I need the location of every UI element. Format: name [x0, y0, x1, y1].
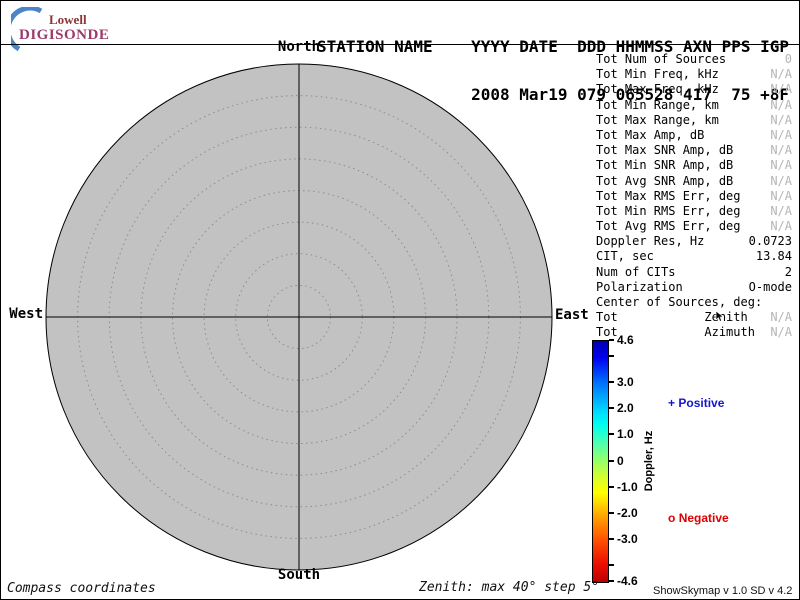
stats-row: Tot Max Amp, dB N/A	[596, 128, 792, 143]
stats-value: 13.84	[756, 249, 792, 264]
stats-label: Tot Max SNR Amp, dB	[596, 143, 733, 158]
colorbar-tick	[609, 339, 614, 341]
footer-coordinate-system: Compass coordinates	[7, 581, 156, 596]
stats-value: N/A	[770, 204, 792, 219]
stats-value: N/A	[770, 325, 792, 340]
colorbar-tick	[609, 381, 614, 383]
circle-marker-icon: o	[668, 511, 675, 525]
stats-row: Tot Avg RMS Err, deg N/A	[596, 219, 792, 234]
stats-label: Tot Max Freq, kHz	[596, 82, 719, 97]
footer-zenith-range: Zenith: max 40° step 5°	[419, 580, 599, 595]
stats-table: Tot Num of Sources0Tot Min Freq, kHzN/AT…	[596, 52, 792, 341]
colorbar-tick-label: 0	[617, 454, 624, 468]
stats-row: Tot Max SNR Amp, dB N/A	[596, 143, 792, 158]
compass-label-south: South	[259, 567, 339, 583]
colorbar-tick	[609, 355, 614, 357]
stats-value: N/A	[770, 82, 792, 97]
stats-value: N/A	[770, 219, 792, 234]
stats-row: Doppler Res, Hz 0.0723	[596, 234, 792, 249]
colorbar-tick	[609, 538, 614, 540]
stats-value: N/A	[770, 158, 792, 173]
legend-negative-label: Negative	[679, 511, 729, 525]
stats-label: Tot Min Freq, kHz	[596, 67, 719, 82]
doppler-colorbar	[592, 340, 609, 583]
colorbar-tick-label: 2.0	[617, 401, 634, 415]
stats-label: Center of Sources, deg:	[596, 295, 762, 310]
colorbar-tick-label: 1.0	[617, 427, 634, 441]
stats-label: Tot Avg SNR Amp, dB	[596, 174, 733, 189]
stats-label: Tot Num of Sources	[596, 52, 726, 67]
colorbar-tick	[609, 407, 614, 409]
stats-label: Tot Min Range, km	[596, 98, 719, 113]
stats-value: N/A	[770, 310, 792, 325]
colorbar-tick-label: -2.0	[617, 506, 638, 520]
stats-row: Tot Max Range, km N/A	[596, 113, 792, 128]
stats-value: N/A	[770, 98, 792, 113]
colorbar-tick	[609, 486, 614, 488]
stats-value: N/A	[770, 189, 792, 204]
colorbar-tick	[609, 433, 614, 435]
stats-label: Polarization	[596, 280, 683, 295]
stats-value: N/A	[770, 128, 792, 143]
colorbar-tick-label: -4.6	[617, 574, 638, 588]
colorbar-tick-label: 4.6	[617, 333, 634, 347]
colorbar-tick	[609, 460, 614, 462]
stats-value: N/A	[770, 113, 792, 128]
footer-version: ShowSkymap v 1.0 SD v 4.2	[653, 585, 792, 597]
colorbar-tick	[609, 512, 614, 514]
stats-row: Polarization O-mode	[596, 280, 792, 295]
stats-row: CIT, sec 13.84	[596, 249, 792, 264]
stats-value: 0	[785, 52, 792, 67]
stats-row: Tot Min SNR Amp, dB N/A	[596, 158, 792, 173]
stats-label: Tot Max Range, km	[596, 113, 719, 128]
stats-row: Tot Avg SNR Amp, dB N/A	[596, 174, 792, 189]
stats-label: Num of CITs	[596, 265, 675, 280]
stats-row: Tot Min RMS Err, deg N/A	[596, 204, 792, 219]
colorbar-tick-label: -1.0	[617, 480, 638, 494]
colorbar-tick	[609, 564, 614, 566]
compass-label-west: West	[3, 306, 43, 322]
stats-row: Tot Num of Sources 0	[596, 52, 792, 67]
stats-row: Num of CITs 2	[596, 265, 792, 280]
legend-positive: + Positive	[668, 396, 724, 410]
legend-negative: o Negative	[668, 511, 729, 525]
stats-row: Tot Min Range, km N/A	[596, 98, 792, 113]
stats-label: Tot Max RMS Err, deg	[596, 189, 741, 204]
stats-row: Tot Max Freq, kHz N/A	[596, 82, 792, 97]
stats-value: N/A	[770, 67, 792, 82]
stats-row: Tot Min Freq, kHz N/A	[596, 67, 792, 82]
colorbar-tick-label: 3.0	[617, 375, 634, 389]
plus-marker-icon: +	[668, 396, 675, 410]
stats-value: 2	[785, 265, 792, 280]
stats-label: Doppler Res, Hz	[596, 234, 704, 249]
stats-label: Tot Max Amp, dB	[596, 128, 704, 143]
stats-row: Tot ZenithN/A	[596, 310, 792, 325]
stats-label: Tot Avg RMS Err, deg	[596, 219, 741, 234]
stats-label: Tot Min RMS Err, deg	[596, 204, 741, 219]
colorbar-title: Doppler, Hz	[643, 431, 655, 492]
stats-label: Tot Min SNR Amp, dB	[596, 158, 733, 173]
stats-row: Center of Sources, deg:	[596, 295, 792, 310]
stats-value: 0.0723	[749, 234, 792, 249]
compass-label-north: North	[259, 39, 339, 55]
stats-label: CIT, sec	[596, 249, 654, 264]
stats-row: Tot Max RMS Err, deg N/A	[596, 189, 792, 204]
mouse-cursor-icon	[715, 311, 725, 322]
colorbar-tick-label: -3.0	[617, 532, 638, 546]
showskymap-window: Lowell DIGISONDE STATION NAME YYYY DATE …	[0, 0, 800, 600]
stats-value: N/A	[770, 174, 792, 189]
legend-positive-label: Positive	[678, 396, 724, 410]
colorbar-tick	[609, 580, 614, 582]
stats-value: N/A	[770, 143, 792, 158]
stats-value: O-mode	[749, 280, 792, 295]
